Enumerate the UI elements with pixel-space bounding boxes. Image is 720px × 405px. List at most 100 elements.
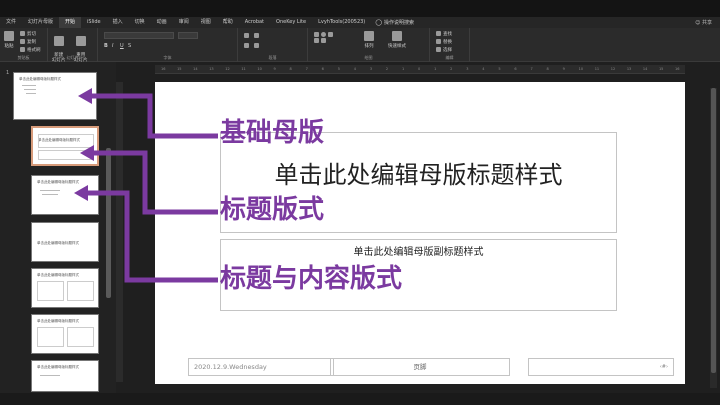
layout-thumbnail-title-content[interactable]: 单击此处编辑母版标题样式	[31, 175, 99, 215]
editor-scrollbar[interactable]	[710, 88, 717, 388]
ruler-tick: 15	[177, 67, 182, 71]
scissors-icon	[20, 31, 25, 36]
tab-transitions[interactable]: 切换	[129, 17, 151, 28]
layout-thumbnail-section[interactable]: 单击此处编辑母版标题样式	[31, 222, 99, 262]
ruler-tick: 3	[466, 67, 469, 71]
paste-label: 粘贴	[4, 44, 14, 49]
ruler-tick: 0	[418, 67, 421, 71]
ruler-tick: 9	[273, 67, 276, 71]
share-icon: ☺	[695, 20, 701, 26]
tab-home[interactable]: 开始	[59, 17, 82, 28]
slide-number: 1	[6, 70, 10, 76]
thumbnail-line	[42, 194, 58, 195]
font-name-box[interactable]	[104, 32, 174, 39]
tab-animations[interactable]: 动画	[151, 17, 173, 28]
paragraph-group: 段落	[238, 28, 308, 62]
replace-label: 替换	[443, 40, 452, 45]
thumbnail-title: 单击此处编辑母版标题样式	[37, 365, 79, 369]
ruler-tick: 3	[369, 67, 373, 71]
editing-group: 查找 替换 选择 编辑	[430, 28, 470, 62]
tab-help[interactable]: 帮助	[217, 17, 239, 28]
strikethrough-button[interactable]: S	[128, 43, 131, 49]
thumbnail-box	[67, 327, 94, 347]
ruler-tick: 4	[353, 67, 356, 71]
ruler-tick: 14	[193, 67, 198, 71]
paste-button[interactable]: 粘贴	[4, 31, 14, 49]
ruler-tick: 1	[401, 67, 405, 71]
tab-islide[interactable]: iSlide	[81, 17, 107, 28]
arrow-icon	[328, 32, 333, 37]
arrange-button[interactable]: 排列	[364, 31, 374, 49]
tab-onekey-lite[interactable]: OneKey Lite	[270, 17, 312, 28]
tab-review[interactable]: 审阅	[173, 17, 195, 28]
font-size-box[interactable]	[178, 32, 198, 39]
tab-view[interactable]: 视图	[195, 17, 217, 28]
tab-lvyhtools[interactable]: LvyhTools(200523)	[312, 17, 371, 28]
quick-styles-button[interactable]: 快速样式	[388, 31, 406, 49]
thumbnail-line	[26, 93, 36, 94]
share-label: 共享	[701, 20, 712, 26]
format-painter-button[interactable]: 格式刷	[20, 47, 41, 53]
subtitle-text: 单击此处编辑母版副标题样式	[353, 247, 484, 258]
annotation-title-content-layout: 标题与内容版式	[220, 264, 403, 294]
replace-icon	[436, 39, 441, 44]
ruler-tick: 5	[337, 67, 340, 71]
tab-insert[interactable]: 插入	[107, 17, 129, 28]
editor-scrollbar-thumb[interactable]	[711, 88, 716, 373]
paste-icon	[4, 31, 14, 41]
cursor-icon	[436, 47, 441, 52]
arrange-label: 排列	[364, 44, 374, 49]
copy-button[interactable]: 复制	[20, 39, 36, 45]
underline-button[interactable]: U	[120, 43, 124, 49]
align-center-icon	[254, 43, 259, 48]
thumbnail-box	[37, 327, 64, 347]
layout-thumbnail-comparison[interactable]: 单击此处编辑母版标题样式	[31, 314, 99, 354]
italic-button[interactable]: I	[112, 43, 113, 49]
ruler-tick: 6	[321, 67, 324, 71]
tab-acrobat[interactable]: Acrobat	[239, 17, 270, 28]
slide-number-placeholder[interactable]: ‹#›	[528, 358, 674, 376]
editing-group-label: 编辑	[445, 55, 454, 60]
footer-placeholder[interactable]: 页脚	[330, 358, 510, 376]
layout-thumbnail-title[interactable]: 单击此处编辑母版标题样式	[31, 126, 99, 166]
triangle-icon	[314, 38, 319, 43]
numbering-button[interactable]	[254, 33, 261, 39]
font-group: B I U S 字体	[98, 28, 238, 62]
bullets-button[interactable]	[244, 33, 251, 39]
select-label: 选择	[443, 48, 452, 53]
select-button[interactable]: 选择	[436, 47, 452, 53]
ruler-tick: 2	[450, 67, 453, 71]
align-left-button[interactable]	[244, 43, 251, 49]
ruler-tick: 12	[610, 67, 616, 71]
thumbnail-scrollbar[interactable]	[106, 148, 111, 298]
replace-button[interactable]: 替换	[436, 39, 452, 45]
reuse-slides-icon	[75, 36, 86, 46]
ruler-tick: 10	[578, 67, 584, 71]
thumbnail-line	[22, 85, 36, 86]
ruler-tick: 11	[241, 67, 246, 71]
cut-button[interactable]: 剪切	[20, 31, 36, 37]
share-button[interactable]: ☺ 共享	[695, 19, 720, 26]
ruler-tick: 16	[161, 67, 166, 71]
status-bar	[0, 393, 720, 405]
ruler-tick: 7	[530, 67, 533, 71]
thumbnail-box	[67, 281, 94, 301]
align-center-button[interactable]	[254, 43, 261, 49]
ruler-tick: 13	[209, 67, 214, 71]
bold-button[interactable]: B	[104, 43, 108, 49]
tab-slide-master[interactable]: 幻灯片母版	[22, 17, 59, 28]
layout-thumbnail-two-content[interactable]: 单击此处编辑母版标题样式	[31, 268, 99, 308]
shapes-gallery[interactable]	[314, 32, 354, 50]
ruler-tick: 13	[626, 67, 632, 71]
copy-label: 复制	[27, 40, 36, 45]
find-button[interactable]: 查找	[436, 31, 452, 37]
thumbnail-box	[37, 281, 64, 301]
layout-thumbnail-title-only[interactable]: 单击此处编辑母版标题样式	[31, 360, 99, 392]
tell-me-search[interactable]: ◯ 操作说明搜索	[371, 19, 414, 26]
brush-icon	[20, 47, 25, 52]
date-placeholder[interactable]: 2020.12.9.Wednesday	[188, 358, 334, 376]
ruler-tick: 8	[289, 67, 292, 71]
tab-file[interactable]: 文件	[0, 17, 22, 28]
master-thumbnail[interactable]: 单击此处编辑母版标题样式	[13, 72, 97, 120]
thumbnail-line	[40, 190, 60, 191]
